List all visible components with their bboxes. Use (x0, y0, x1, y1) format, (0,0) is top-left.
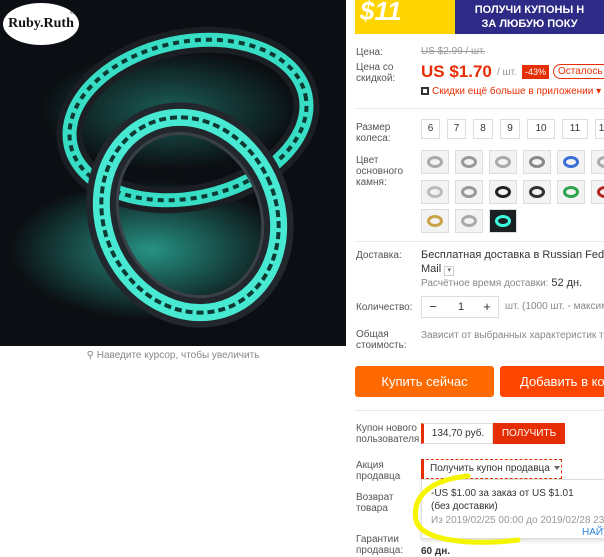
stone-color-label: Цвет основного камня: (356, 155, 404, 188)
shipping-destination[interactable]: в Russian Federatio (533, 249, 604, 261)
promo-banner[interactable]: $11 ПОЛУЧИ КУПОНЫ Н ЗА ЛЮБУЮ ПОКУ (355, 0, 604, 34)
dropdown-accent (421, 459, 424, 479)
brand-logo-text: Ruby.Ruth (8, 16, 74, 31)
color-swatch[interactable] (591, 150, 604, 174)
minus-icon[interactable]: − (424, 297, 442, 317)
size-option-12[interactable]: 1 (595, 119, 604, 139)
chevron-down-icon (553, 466, 560, 470)
color-swatch[interactable] (489, 150, 517, 174)
rings-illustration (0, 0, 346, 346)
zoom-hint-text: Наведите курсор, чтобы увеличить (96, 350, 260, 361)
price-label: Цена: (356, 47, 383, 58)
shipping-time-label: Расчётное время доставки: (421, 278, 549, 289)
banner-text-area: ПОЛУЧИ КУПОНЫ Н ЗА ЛЮБУЮ ПОКУ (455, 0, 604, 34)
divider (355, 410, 604, 411)
size-option-8[interactable]: 8 (473, 119, 493, 139)
color-swatch[interactable] (455, 209, 483, 233)
quantity-input[interactable]: 1 (444, 297, 478, 317)
chevron-down-icon[interactable]: ▾ (444, 266, 455, 276)
seller-promo-label: Акция продавца (356, 460, 401, 482)
guarantee-label: Гарантии продавца: (356, 534, 404, 556)
shipping-time: Расчётное время доставки: 52 дн. (421, 277, 582, 289)
divider (355, 108, 604, 109)
size-option-6[interactable]: 6 (421, 119, 440, 139)
quantity-note: шт. (1000 шт. - максиму (505, 301, 604, 312)
color-swatch[interactable] (421, 150, 449, 174)
banner-amount: $11 (360, 0, 402, 26)
size-option-7[interactable]: 7 (447, 119, 466, 139)
color-swatch[interactable] (557, 180, 585, 204)
banner-text-line2: ЗА ЛЮБУЮ ПОКУ (481, 18, 578, 30)
current-price: US $1.70 (421, 62, 492, 81)
coupon-condition: -US $1.00 за заказ от US $1.01 (431, 488, 574, 499)
zoom-hint: ⚲ Наведите курсор, чтобы увеличить (0, 350, 346, 361)
discount-price-label: Цена со скидкой: (356, 62, 396, 84)
size-option-9[interactable]: 9 (500, 119, 520, 139)
color-swatch[interactable] (591, 180, 604, 204)
app-discount-text: Скидки ещё больше в приложении (432, 86, 594, 97)
color-swatch[interactable] (523, 150, 551, 174)
shipping-method-name: Бесплатная доставка (421, 249, 531, 261)
get-coupon-button[interactable]: ПОЛУЧИТЬ (493, 423, 565, 444)
color-swatch[interactable] (523, 180, 551, 204)
color-swatch[interactable] (489, 209, 517, 233)
total-note: Зависит от выбранных характеристик тов (421, 330, 604, 341)
color-swatch[interactable] (421, 180, 449, 204)
total-label: Общая стоимость: (356, 329, 407, 351)
shipping-label: Доставка: (356, 250, 402, 261)
divider (355, 241, 604, 242)
shipping-time-value: 52 дн. (551, 277, 583, 289)
magnifier-icon: ⚲ (86, 350, 94, 361)
quantity-label: Количество: (356, 302, 413, 313)
banner-amount-area: $11 (355, 0, 455, 34)
coupon-validity: Из 2019/02/25 00:00 до 2019/02/28 23:59 (431, 515, 604, 526)
coupon-amount: 134,70 руб. (421, 423, 493, 444)
guarantee-value: 60 дн. (421, 546, 451, 557)
app-discount-link[interactable]: Скидки ещё больше в приложении ▾ (421, 86, 601, 97)
size-option-10[interactable]: 10 (527, 119, 555, 139)
color-swatch[interactable] (489, 180, 517, 204)
time-left-badge: Осталось 4 (553, 64, 604, 79)
seller-coupon-text: Получить купон продавца (430, 463, 550, 474)
new-user-coupon-label: Купон нового пользователя (356, 423, 420, 445)
coupon-popup: -US $1.00 за заказ от US $1.01 (без дост… (421, 479, 604, 539)
discount-badge: -43% (522, 65, 550, 79)
chevron-down-icon: ▾ (596, 86, 602, 97)
carrier-name: Mail (421, 263, 442, 275)
banner-text-line1: ПОЛУЧИ КУПОНЫ Н (474, 4, 585, 16)
ring-size-label: Размер колеса: (356, 122, 391, 144)
old-price: US $2.99 / шт. (421, 46, 486, 57)
price-unit: / шт. (497, 67, 517, 78)
size-option-11[interactable]: 11 (562, 119, 588, 139)
brand-logo: Ruby.Ruth ® (3, 3, 79, 45)
color-swatch[interactable] (455, 150, 483, 174)
quantity-stepper[interactable]: − 1 + (421, 296, 499, 318)
color-swatch[interactable] (455, 180, 483, 204)
return-label: Возврат товара (356, 492, 394, 514)
color-swatch[interactable] (421, 209, 449, 233)
color-swatch[interactable] (557, 150, 585, 174)
buy-now-button[interactable]: Купить сейчас (355, 366, 494, 397)
shipping-carrier[interactable]: Mail ▾ (421, 263, 455, 276)
seller-coupon-dropdown[interactable]: Получить купон продавца (421, 459, 562, 479)
coupon-note: (без доставки) (431, 501, 498, 512)
shipping-method: Бесплатная доставка в Russian Federatio (421, 249, 604, 261)
qr-code-icon (421, 87, 429, 95)
coupon-find-link[interactable]: НАЙТ (582, 527, 604, 538)
registered-mark: ® (69, 9, 75, 16)
product-image[interactable]: Ruby.Ruth ® (0, 0, 346, 346)
plus-icon[interactable]: + (478, 297, 496, 317)
add-to-cart-button[interactable]: Добавить в ко (500, 366, 604, 397)
